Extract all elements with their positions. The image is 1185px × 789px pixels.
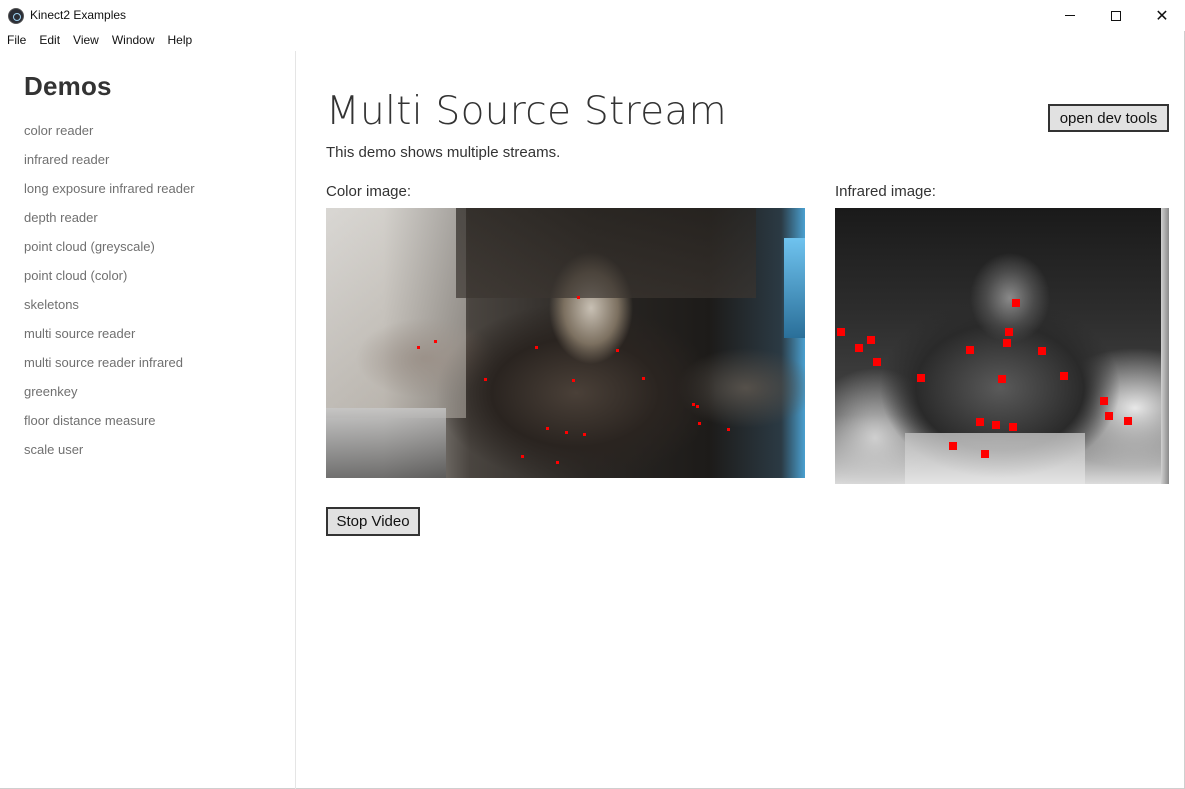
- infrared-image-canvas: [835, 208, 1169, 484]
- skeleton-joint-marker: [1060, 372, 1068, 380]
- color-scene-bed: [326, 408, 446, 478]
- title-bar[interactable]: Kinect2 Examples ✕: [0, 0, 1185, 31]
- skeleton-joint-marker: [917, 374, 925, 382]
- skeleton-joint-marker: [577, 296, 580, 299]
- skeleton-joint-marker: [535, 346, 538, 349]
- nav-item-depth-reader[interactable]: depth reader: [24, 210, 195, 239]
- skeleton-joint-marker: [1009, 423, 1017, 431]
- skeleton-joint-marker: [992, 421, 1000, 429]
- window-title: Kinect2 Examples: [30, 8, 127, 22]
- nav-item-scale-user[interactable]: scale user: [24, 442, 195, 471]
- menu-help[interactable]: Help: [168, 31, 193, 51]
- minimize-icon: [1065, 15, 1075, 16]
- minimize-button[interactable]: [1047, 0, 1093, 31]
- close-icon: ✕: [1155, 7, 1169, 25]
- skeleton-joint-marker: [1124, 417, 1132, 425]
- main-content: Multi Source Stream open dev tools This …: [296, 51, 1184, 789]
- nav-item-color-reader[interactable]: color reader: [24, 123, 195, 152]
- skeleton-joint-marker: [696, 405, 699, 408]
- sidebar: Demos color reader infrared reader long …: [0, 51, 296, 789]
- app-window: Kinect2 Examples ✕ File Edit View Window…: [0, 0, 1185, 789]
- skeleton-joint-marker: [981, 450, 989, 458]
- skeleton-joint-marker: [484, 378, 487, 381]
- close-button[interactable]: ✕: [1139, 0, 1185, 31]
- menu-view[interactable]: View: [73, 31, 99, 51]
- skeleton-joint-marker: [1038, 347, 1046, 355]
- nav-item-point-cloud-color[interactable]: point cloud (color): [24, 268, 195, 297]
- page-description: This demo shows multiple streams.: [326, 144, 561, 161]
- menu-window[interactable]: Window: [112, 31, 155, 51]
- menu-bar: File Edit View Window Help: [0, 31, 1185, 51]
- infrared-scene-floor: [905, 433, 1085, 484]
- menu-file[interactable]: File: [7, 31, 26, 51]
- infrared-image-label: Infrared image:: [835, 183, 936, 200]
- skeleton-joint-marker: [572, 379, 575, 382]
- skeleton-joint-marker: [976, 418, 984, 426]
- skeleton-joint-marker: [727, 428, 730, 431]
- infrared-scene-edge: [1161, 208, 1169, 484]
- color-scene-monitor: [784, 238, 805, 338]
- color-scene-wall: [326, 208, 466, 418]
- skeleton-joint-marker: [837, 328, 845, 336]
- open-dev-tools-button[interactable]: open dev tools: [1048, 104, 1169, 132]
- skeleton-joint-marker: [1003, 339, 1011, 347]
- skeleton-joint-marker: [692, 403, 695, 406]
- skeleton-joint-marker: [1005, 328, 1013, 336]
- skeleton-joint-marker: [556, 461, 559, 464]
- skeleton-joint-marker: [873, 358, 881, 366]
- skeleton-joint-marker: [698, 422, 701, 425]
- skeleton-joint-marker: [867, 336, 875, 344]
- nav-item-infrared-reader[interactable]: infrared reader: [24, 152, 195, 181]
- menu-edit[interactable]: Edit: [39, 31, 60, 51]
- nav-item-skeletons[interactable]: skeletons: [24, 297, 195, 326]
- sidebar-title: Demos: [24, 71, 112, 101]
- color-image-canvas: [326, 208, 805, 478]
- skeleton-joint-marker: [417, 346, 420, 349]
- skeleton-joint-marker: [642, 377, 645, 380]
- app-logo-icon: [8, 8, 24, 24]
- color-image-label: Color image:: [326, 183, 412, 200]
- skeleton-joint-marker: [1012, 299, 1020, 307]
- maximize-button[interactable]: [1093, 0, 1139, 31]
- color-scene-ceiling: [456, 208, 756, 298]
- skeleton-joint-marker: [1105, 412, 1113, 420]
- nav-item-floor-distance-measure[interactable]: floor distance measure: [24, 413, 195, 442]
- skeleton-joint-marker: [616, 349, 619, 352]
- skeleton-joint-marker: [855, 344, 863, 352]
- maximize-icon: [1111, 10, 1121, 21]
- skeleton-joint-marker: [565, 431, 568, 434]
- skeleton-joint-marker: [1100, 397, 1108, 405]
- skeleton-joint-marker: [949, 442, 957, 450]
- skeleton-joint-marker: [434, 340, 437, 343]
- skeleton-joint-marker: [966, 346, 974, 354]
- demo-nav-list: color reader infrared reader long exposu…: [24, 123, 195, 471]
- skeleton-joint-marker: [583, 433, 586, 436]
- nav-item-long-exposure-infrared-reader[interactable]: long exposure infrared reader: [24, 181, 195, 210]
- nav-item-multi-source-reader-infrared[interactable]: multi source reader infrared: [24, 355, 195, 384]
- stop-video-button[interactable]: Stop Video: [326, 507, 420, 536]
- skeleton-joint-marker: [546, 427, 549, 430]
- nav-item-greenkey[interactable]: greenkey: [24, 384, 195, 413]
- nav-item-multi-source-reader[interactable]: multi source reader: [24, 326, 195, 355]
- skeleton-joint-marker: [521, 455, 524, 458]
- page-title: Multi Source Stream: [326, 89, 727, 134]
- nav-item-point-cloud-greyscale[interactable]: point cloud (greyscale): [24, 239, 195, 268]
- skeleton-joint-marker: [998, 375, 1006, 383]
